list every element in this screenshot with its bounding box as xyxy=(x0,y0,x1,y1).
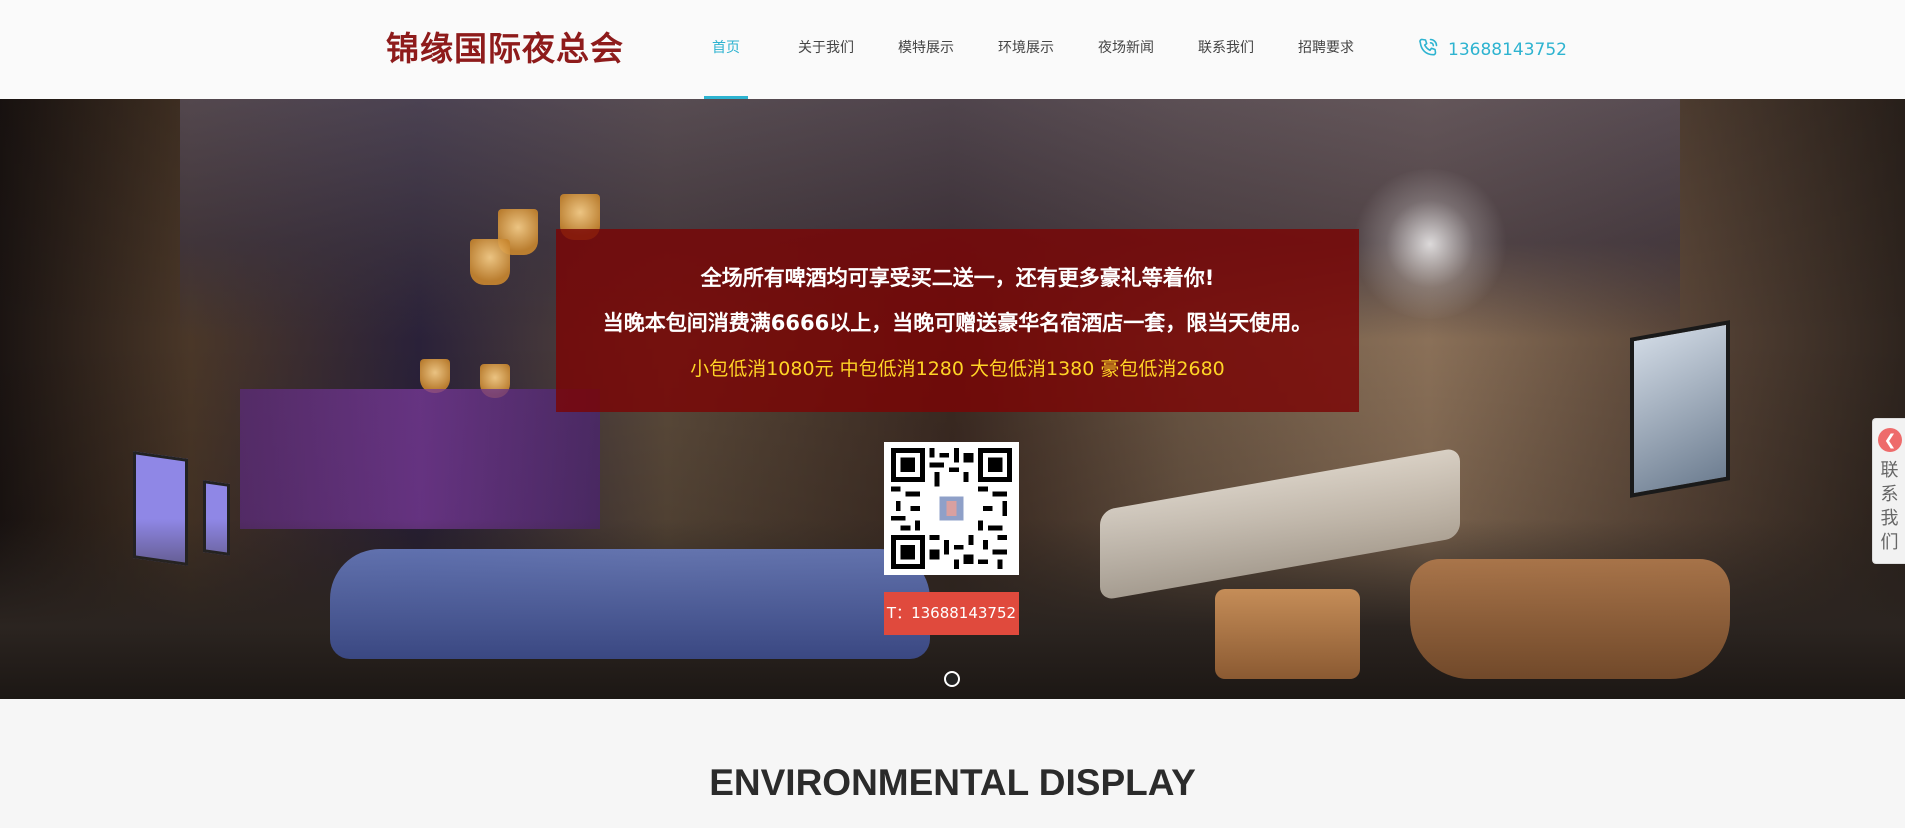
nav-item-home[interactable]: 首页 xyxy=(704,0,748,99)
nav-item-contact[interactable]: 联系我们 xyxy=(1196,0,1256,99)
contact-side-label: 联系我们 xyxy=(1880,460,1899,553)
slider-dot[interactable] xyxy=(944,671,960,687)
hero-banner[interactable]: 全场所有啤酒均可享受买二送一，还有更多豪礼等着你! 当晚本包间消费满6666以上… xyxy=(0,99,1905,699)
promo-line: 全场所有啤酒均可享受买二送一，还有更多豪礼等着你! xyxy=(700,266,1215,290)
banner-lamp xyxy=(470,239,510,285)
promo-prices: 小包低消1080元 中包低消1280 大包低消1380 豪包低消2680 xyxy=(690,358,1225,380)
contact-side-tab[interactable]: ❮ 联系我们 xyxy=(1872,418,1905,564)
banner-lamp xyxy=(420,359,450,393)
arrow-left-icon: ❮ xyxy=(1878,428,1902,452)
nav-item-news[interactable]: 夜场新闻 xyxy=(1096,0,1156,99)
qr-code-image xyxy=(891,448,1012,569)
nav-item-environment[interactable]: 环境展示 xyxy=(996,0,1056,99)
header-phone[interactable]: 13688143752 xyxy=(1416,36,1567,64)
promo-line: 当晚本包间消费满6666以上，当晚可赠送豪华名宿酒店一套，限当天使用。 xyxy=(602,311,1313,335)
banner-tv xyxy=(1630,320,1730,498)
promo-box: 全场所有啤酒均可享受买二送一，还有更多豪礼等着你! 当晚本包间消费满6666以上… xyxy=(556,229,1359,412)
nav-item-recruitment[interactable]: 招聘要求 xyxy=(1296,0,1356,99)
phone-icon xyxy=(1416,36,1448,65)
site-header: 锦缘国际夜总会 首页 关于我们 模特展示 环境展示 夜场新闻 联系我们 招聘要求… xyxy=(0,0,1905,99)
nav-item-about[interactable]: 关于我们 xyxy=(796,0,856,99)
banner-curtain xyxy=(240,389,600,529)
banner-armchair xyxy=(1410,559,1730,679)
banner-chandelier xyxy=(1350,169,1510,319)
site-logo[interactable]: 锦缘国际夜总会 xyxy=(386,22,624,70)
banner-sofa xyxy=(330,549,930,659)
nav-item-models[interactable]: 模特展示 xyxy=(896,0,956,99)
header-phone-number: 13688143752 xyxy=(1448,40,1567,60)
qr-code xyxy=(884,442,1019,575)
qr-phone-badge[interactable]: T：13688143752 xyxy=(884,592,1019,635)
section-title: ENVIRONMENTAL DISPLAY xyxy=(709,762,1196,803)
banner-ottoman xyxy=(1215,589,1360,679)
